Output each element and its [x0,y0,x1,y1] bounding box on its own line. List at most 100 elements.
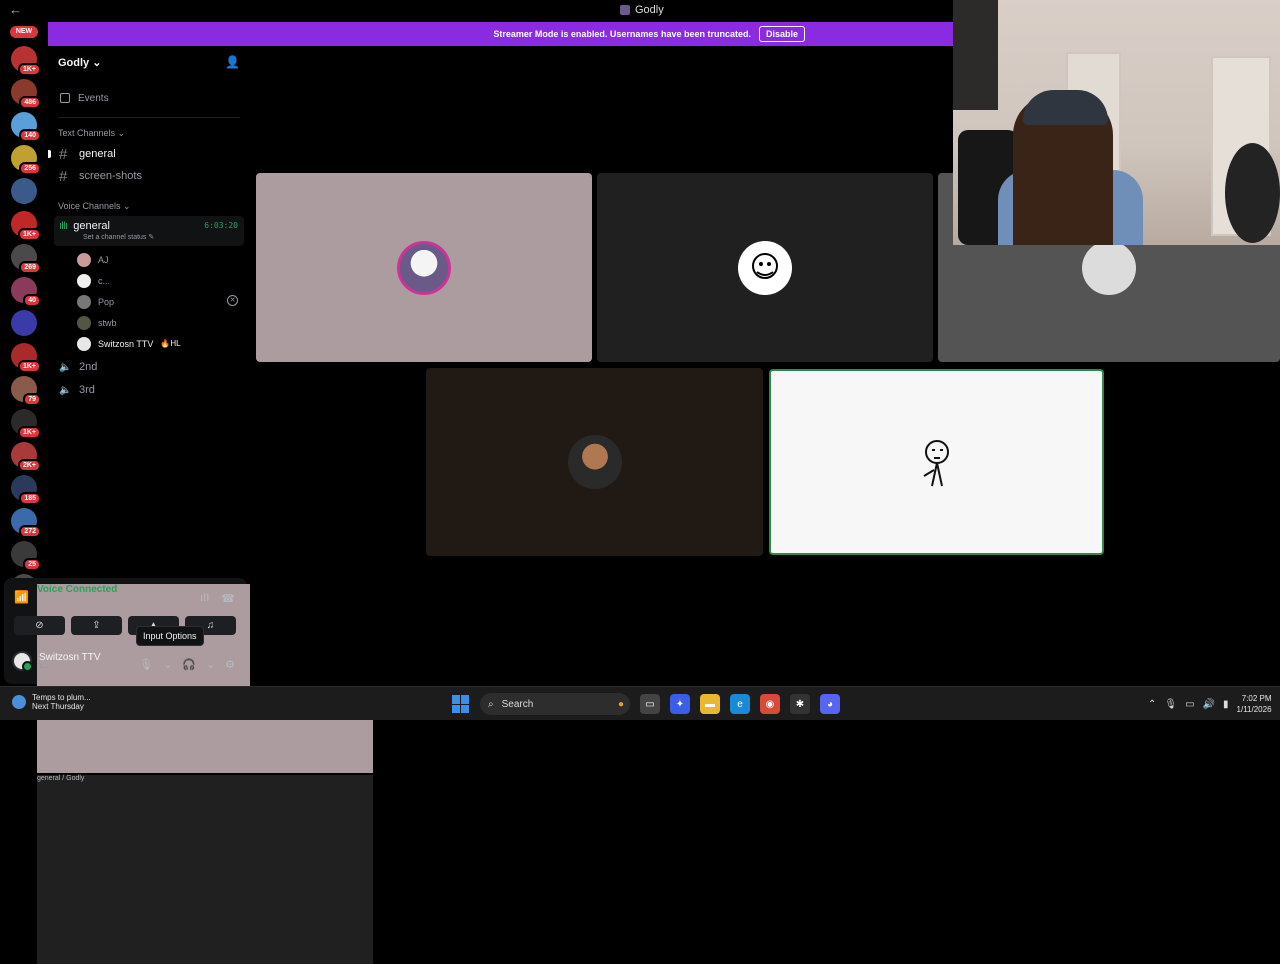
channel-screen-shots[interactable]: # screen-shots [54,165,244,187]
server-name[interactable]: Godly ⌄ [58,56,101,69]
date: 1/11/2026 [1236,705,1272,714]
input-options-chevron-icon[interactable]: ⌄ [163,658,172,671]
server-icon[interactable]: 185 [11,475,41,505]
add-member-icon[interactable]: 👤 [225,55,240,69]
channel-status[interactable]: Set a channel status ✎ [83,233,239,241]
voice-user[interactable]: c... [77,270,242,291]
server-icon[interactable]: 1K+ [11,211,41,241]
microphone-tray-icon[interactable]: 🎙 [1164,699,1177,710]
app-icon[interactable]: ✱ [790,694,810,714]
participant-tile-speaking[interactable] [769,369,1104,555]
user-tag: 🔥HL [160,339,181,348]
server-icon[interactable]: 2K+ [11,442,41,472]
volume-icon[interactable]: 🔊 [1203,699,1215,710]
wall-picture [953,0,998,110]
calendar-icon [60,93,70,103]
mention-badge: 140 [19,129,41,142]
channel-label: 2nd [79,361,98,373]
network-icon[interactable]: ▭ [1185,699,1194,710]
channel-label: screen-shots [79,170,142,182]
server-header[interactable]: Godly ⌄ 👤 [48,46,250,78]
channel-label: 3rd [79,384,95,396]
server-icon[interactable]: 1K+ [11,343,41,373]
participant-tile[interactable] [256,173,592,362]
weather-line-2: Next Thursday [32,702,84,711]
server-icon[interactable] [11,178,37,204]
server-icon[interactable]: 256 [11,145,41,175]
voice-channel-2nd[interactable]: 🔈 2nd [54,356,244,378]
chevron-up-icon[interactable]: ⌃ [1148,699,1156,710]
weather-widget[interactable]: Temps to plum... Next Thursday [12,693,91,711]
mention-badge: 1K+ [17,360,41,373]
server-icon[interactable]: 272 [11,508,41,538]
signal-icon: 📶 [14,590,29,604]
chrome-icon[interactable]: ◉ [760,694,780,714]
search-label: Search [501,698,534,710]
battery-icon[interactable]: ▮ [1223,699,1229,710]
person-cap [1023,90,1108,125]
edge-icon[interactable]: e [730,694,750,714]
server-icon[interactable]: 486 [11,79,41,109]
voice-user-name: Pop [98,296,115,307]
server-icon[interactable]: 140 [11,112,41,142]
background-fan [1225,143,1280,243]
taskbar: Temps to plum... Next Thursday ⌕ Search … [0,686,1280,720]
participant-tile[interactable] [597,173,933,362]
voice-user[interactable]: Pop ✕ [77,291,242,312]
username: Switzosn TTV [39,652,101,663]
time: 7:02 PM [1241,694,1272,703]
server-icon[interactable]: 79 [11,376,41,406]
voice-user[interactable]: Switzosn TTV 🔥HL [77,333,242,354]
server-icon[interactable]: 1K+ [11,46,41,76]
mention-badge: 79 [23,393,41,406]
search-highlight-icon: ● [617,698,624,710]
noise-suppression-icon[interactable]: ıII [200,592,209,605]
speaker-icon: 🔈 [59,361,72,373]
output-options-chevron-icon[interactable]: ⌄ [206,658,215,671]
category-text-channels[interactable]: Text Channels ⌄ [58,128,250,139]
server-icon[interactable]: 1K+ [11,409,41,439]
clock[interactable]: 7:02 PM 1/11/2026 [1237,693,1272,715]
channel-label: general [79,148,116,160]
back-arrow-icon[interactable]: ← [9,2,22,17]
start-button[interactable] [452,695,470,713]
server-icon[interactable]: 25 [11,541,41,571]
avatar [77,336,91,351]
microphone-icon[interactable]: 🎙 [139,658,153,671]
server-icon[interactable]: 40 [11,277,41,307]
new-pill[interactable]: NEW [10,26,38,38]
voice-user-name: AJ [98,254,109,265]
voice-user[interactable]: stwb [77,312,242,333]
task-view-icon[interactable]: ▭ [640,694,660,714]
disable-button[interactable]: Disable [758,26,805,42]
screen-share-button[interactable]: ⇪ [71,616,122,635]
discord-icon[interactable]: ◕ [820,694,840,714]
user-info[interactable]: Switzosn TTV s... [12,651,101,672]
voice-channel-3rd[interactable]: 🔈 3rd [54,379,244,401]
search-icon: ⌕ [488,698,494,710]
speaker-icon: 🔈 [59,384,72,396]
mention-badge: 2K+ [17,459,41,472]
weather-icon [12,695,26,709]
participant-tile[interactable] [426,368,763,556]
mention-badge: 185 [19,492,41,505]
file-explorer-icon[interactable]: ▬ [700,694,720,714]
mention-badge: 1K+ [17,228,41,241]
events-item[interactable]: Events [60,88,240,108]
disconnect-icon[interactable]: ☎ [221,592,235,605]
mention-badge: 1K+ [17,63,41,76]
voice-channel-general[interactable]: ıIIı general 6:03:20 Set a channel statu… [54,216,244,246]
taskbar-search[interactable]: ⌕ Search ● [480,693,630,715]
camera-button[interactable]: ⊘ [14,616,65,635]
server-icon[interactable] [11,310,37,336]
headphones-icon[interactable]: 🎧 [182,658,196,671]
server-icon[interactable]: 269 [11,244,41,274]
divider [58,117,240,118]
voice-user[interactable]: AJ [77,249,242,270]
channel-general[interactable]: # general [48,143,244,165]
category-voice-channels[interactable]: Voice Channels ⌄ [58,201,250,212]
avatar [12,651,33,672]
avatar [397,240,451,295]
gear-icon[interactable]: ⚙ [225,658,235,671]
copilot-icon[interactable]: ✦ [670,694,690,714]
